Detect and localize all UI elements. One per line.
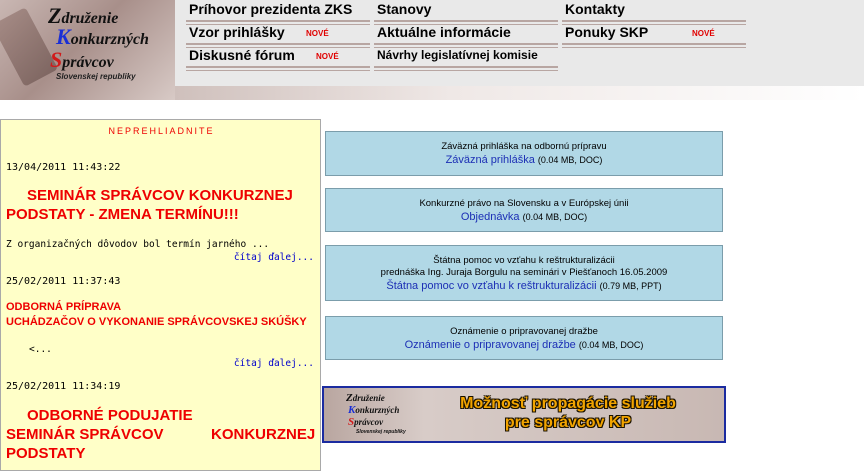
download-description: Oznámenie o pripravovanej dražbe bbox=[450, 326, 598, 337]
banner-logo-line: Združenie bbox=[346, 392, 385, 404]
download-link[interactable]: Záväzná prihláška bbox=[446, 154, 535, 166]
news-date: 25/02/2011 11:37:43 bbox=[6, 276, 121, 287]
nav-legislation-label: Návrhy legislatívnej komisie bbox=[377, 48, 538, 62]
nav-speech[interactable]: Príhovor prezidenta ZKS bbox=[186, 0, 370, 25]
banner-text: Možnosť propagácie služieb pre správcov … bbox=[412, 394, 724, 432]
banner-logo: Združenie Konkurzných Správcov Slovenske… bbox=[326, 390, 414, 440]
download-link[interactable]: Štátna pomoc vo vzťahu k reštrukturalizá… bbox=[386, 280, 596, 292]
nav-legislation[interactable]: Návrhy legislatívnej komisie bbox=[374, 46, 558, 71]
news-date: 25/02/2011 11:34:19 bbox=[6, 381, 121, 392]
nav-speech-label: Príhovor prezidenta ZKS bbox=[189, 1, 353, 17]
new-badge: NOVÉ bbox=[316, 52, 339, 61]
file-meta: (0.79 MB, PPT) bbox=[599, 281, 662, 291]
download-link[interactable]: Objednávka bbox=[461, 211, 520, 223]
news-title[interactable]: PODSTATY bbox=[6, 444, 85, 463]
logo-subtitle: Slovenskej republiky bbox=[56, 72, 136, 81]
site-header: Združenie Konkurzných Správcov Slovenske… bbox=[0, 0, 864, 100]
news-title[interactable]: PODSTATY - ZMENA TERMÍNU!!! bbox=[6, 205, 239, 224]
file-meta: (0.04 MB, DOC) bbox=[522, 212, 588, 222]
read-more-link[interactable]: čítaj ďalej... bbox=[234, 252, 314, 263]
logo-line-2: Konkurzných bbox=[56, 24, 149, 49]
notice-panel: NEPREHLIADNITE 13/04/2011 11:43:22 SEMIN… bbox=[0, 119, 321, 471]
download-box: Záväzná prihláška na odbornú prípravu Zá… bbox=[325, 131, 723, 176]
read-more-link[interactable]: čítaj ďalej... bbox=[234, 358, 314, 369]
nav-statutes[interactable]: Stanovy bbox=[374, 0, 558, 25]
logo-line-3: Správcov bbox=[50, 47, 114, 72]
nav-news[interactable]: Aktuálne informácie bbox=[374, 23, 558, 48]
news-title[interactable]: SEMINÁR SPRÁVCOV bbox=[6, 425, 164, 444]
download-description: Štátna pomoc vo vzťahu k reštrukturalizá… bbox=[433, 255, 615, 266]
panel-title: NEPREHLIADNITE bbox=[108, 126, 215, 136]
banner-logo-line: Konkurzných bbox=[348, 404, 400, 416]
nav-contacts[interactable]: Kontakty bbox=[562, 0, 746, 25]
header-decor-strip bbox=[175, 86, 864, 100]
banner-line: Možnosť propagácie služieb bbox=[460, 395, 676, 412]
news-excerpt: <... bbox=[29, 344, 52, 355]
nav-statutes-label: Stanovy bbox=[377, 1, 432, 17]
file-meta: (0.04 MB, DOC) bbox=[537, 155, 603, 165]
nav-forms[interactable]: Vzor prihlášky NOVÉ bbox=[186, 23, 370, 48]
news-title[interactable]: ODBORNÉ PODUJATIE bbox=[27, 406, 193, 425]
site-logo[interactable]: Združenie Konkurzných Správcov Slovenske… bbox=[0, 0, 175, 100]
new-badge: NOVÉ bbox=[692, 29, 715, 38]
promo-banner[interactable]: Združenie Konkurzných Správcov Slovenske… bbox=[322, 386, 726, 443]
news-title[interactable]: KONKURZNEJ bbox=[211, 425, 315, 444]
nav-contacts-label: Kontakty bbox=[565, 1, 625, 17]
news-title[interactable]: SEMINÁR SPRÁVCOV KONKURZNEJ bbox=[27, 186, 293, 205]
nav-offers[interactable]: Ponuky SKP NOVÉ bbox=[562, 23, 746, 48]
nav-offers-label: Ponuky SKP bbox=[565, 24, 649, 40]
nav-news-label: Aktuálne informácie bbox=[377, 24, 511, 40]
download-description: Záväzná prihláška na odbornú prípravu bbox=[441, 141, 607, 152]
new-badge: NOVÉ bbox=[306, 29, 329, 38]
banner-line: pre správcov KP bbox=[504, 414, 632, 431]
banner-logo-subtitle: Slovenskej republiky bbox=[356, 429, 406, 435]
banner-logo-line: Správcov bbox=[348, 416, 384, 428]
news-title[interactable]: ODBORNÁ PRÍPRAVA bbox=[6, 300, 121, 314]
news-title[interactable]: UCHÁDZAČOV O VYKONANIE SPRÁVCOVSKEJ SKÚŠ… bbox=[6, 315, 307, 329]
download-box: Konkurzné právo na Slovensku a v Európsk… bbox=[325, 188, 723, 232]
download-box: Oznámenie o pripravovanej dražbe Oznámen… bbox=[325, 316, 723, 360]
download-description: prednáška Ing. Juraja Borgulu na seminár… bbox=[380, 267, 668, 278]
download-box: Štátna pomoc vo vzťahu k reštrukturalizá… bbox=[325, 245, 723, 301]
download-link[interactable]: Oznámenie o pripravovanej dražbe bbox=[405, 339, 576, 351]
nav-forum-label: Diskusné fórum bbox=[189, 47, 295, 63]
download-description: Konkurzné právo na Slovensku a v Európsk… bbox=[419, 198, 629, 209]
file-meta: (0.04 MB, DOC) bbox=[578, 340, 644, 350]
news-excerpt: Z organizačných dôvodov bol termín jarné… bbox=[6, 239, 270, 250]
nav-forms-label: Vzor prihlášky bbox=[189, 24, 285, 40]
news-date: 13/04/2011 11:43:22 bbox=[6, 162, 121, 173]
nav-forum[interactable]: Diskusné fórum NOVÉ bbox=[186, 46, 370, 71]
